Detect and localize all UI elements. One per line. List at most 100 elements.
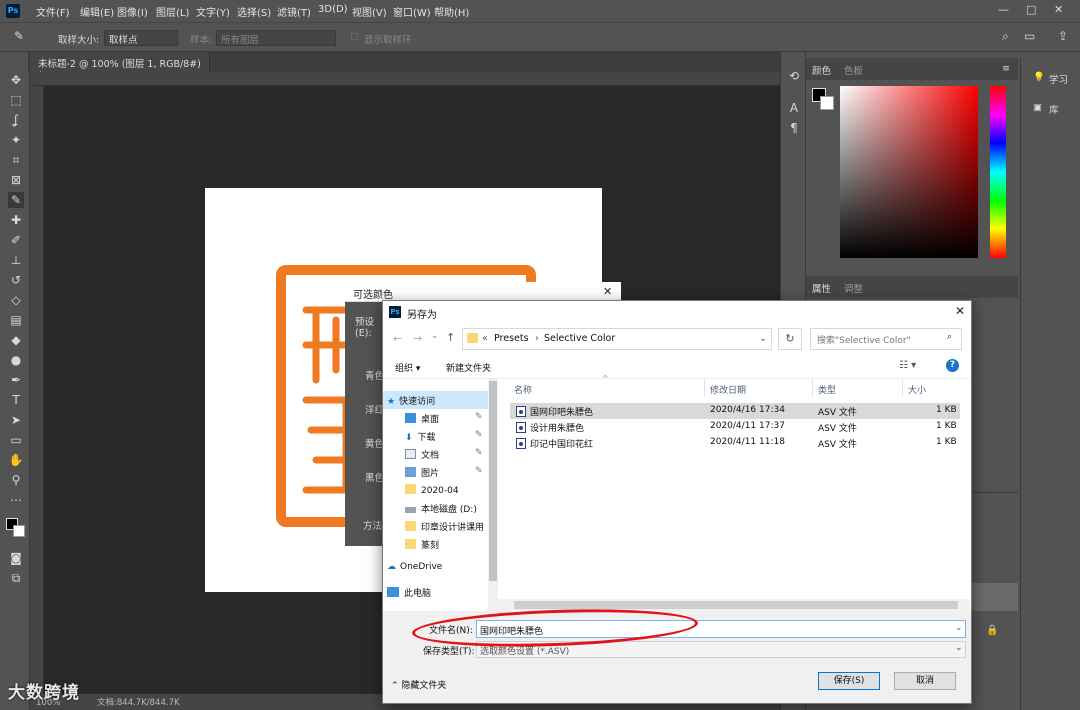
- lasso-tool-icon[interactable]: ʆ: [8, 112, 24, 128]
- column-divider[interactable]: [704, 379, 705, 397]
- nav-scrollbar-thumb[interactable]: [489, 381, 497, 581]
- nav-this-pc[interactable]: 此电脑: [383, 583, 488, 601]
- paragraph-panel-icon[interactable]: ¶: [786, 120, 802, 136]
- crop-tool-icon[interactable]: ⌗: [8, 152, 24, 168]
- breadcrumb-presets[interactable]: Presets: [494, 333, 529, 344]
- column-type[interactable]: 类型: [818, 383, 836, 396]
- menu-view[interactable]: 视图(V): [352, 4, 387, 19]
- minimize-icon[interactable]: —: [998, 3, 1009, 16]
- share-icon[interactable]: ⇪: [1058, 29, 1068, 43]
- blur-tool-icon[interactable]: ◆: [8, 332, 24, 348]
- maximize-icon[interactable]: □: [1026, 3, 1036, 16]
- address-bar[interactable]: « Presets › Selective Color ⌄: [462, 328, 772, 350]
- learn-label[interactable]: 学习: [1049, 72, 1068, 86]
- pen-tool-icon[interactable]: ✒: [8, 372, 24, 388]
- nav-folder-2020-04[interactable]: 2020-04: [383, 481, 488, 499]
- gradient-tool-icon[interactable]: ▤: [8, 312, 24, 328]
- recent-locations-icon[interactable]: ⌄: [431, 331, 439, 341]
- quick-mask-icon[interactable]: ◙: [8, 550, 24, 566]
- type-tool-icon[interactable]: T: [8, 392, 24, 408]
- library-icon[interactable]: ▣: [1033, 102, 1042, 113]
- save-button[interactable]: 保存(S): [818, 672, 880, 690]
- back-arrow-icon[interactable]: ←: [393, 332, 402, 345]
- menu-filter[interactable]: 滤镜(T): [277, 4, 311, 19]
- marquee-tool-icon[interactable]: ⬚: [8, 92, 24, 108]
- nav-documents[interactable]: 文档 ✎: [383, 445, 488, 463]
- nav-seal-carving-folder[interactable]: 篆刻: [383, 535, 488, 553]
- stamp-tool-icon[interactable]: ⊥: [8, 252, 24, 268]
- hand-tool-icon[interactable]: ✋: [8, 452, 24, 468]
- color-panel-background-swatch[interactable]: [820, 96, 834, 110]
- column-size[interactable]: 大小: [908, 383, 926, 396]
- hide-folders-toggle[interactable]: ⌃ 隐藏文件夹: [391, 678, 446, 691]
- path-selection-tool-icon[interactable]: ➤: [8, 412, 24, 428]
- frame-tool-icon[interactable]: ⊠: [8, 172, 24, 188]
- brush-tool-icon[interactable]: ✐: [8, 232, 24, 248]
- up-arrow-icon[interactable]: ↑: [446, 331, 455, 344]
- nav-seal-design-folder[interactable]: 印章设计讲课用: [383, 517, 488, 535]
- menu-3d[interactable]: 3D(D): [318, 4, 348, 15]
- nav-desktop[interactable]: 桌面 ✎: [383, 409, 488, 427]
- library-label[interactable]: 库: [1049, 102, 1059, 116]
- menu-window[interactable]: 窗口(W): [393, 4, 431, 19]
- menu-file[interactable]: 文件(F): [36, 4, 70, 19]
- layer-row[interactable]: [972, 583, 1018, 611]
- file-row[interactable]: 设计用朱膘色 2020/4/11 17:37 ASV 文件 1 KB: [510, 419, 960, 435]
- horizontal-scrollbar-thumb[interactable]: [514, 601, 958, 609]
- view-options-icon[interactable]: ☷ ▾: [899, 360, 916, 371]
- help-icon[interactable]: ?: [946, 359, 959, 372]
- nav-quick-access[interactable]: ★ 快速访问: [383, 391, 488, 409]
- menu-layer[interactable]: 图层(L): [156, 4, 189, 19]
- column-divider[interactable]: [812, 379, 813, 397]
- lock-icon[interactable]: 🔒: [986, 625, 998, 636]
- forward-arrow-icon[interactable]: →: [413, 332, 422, 345]
- address-dropdown-icon[interactable]: ⌄: [759, 333, 767, 344]
- menu-type[interactable]: 文字(Y): [196, 4, 230, 19]
- cancel-button[interactable]: 取消: [894, 672, 956, 690]
- nav-local-disk-d[interactable]: 本地磁盘 (D:): [383, 499, 488, 517]
- document-tab[interactable]: 未标题-2 @ 100% (图层 1, RGB/8#) * ✕: [30, 52, 210, 81]
- eraser-tool-icon[interactable]: ◇: [8, 292, 24, 308]
- panel-menu-icon[interactable]: ≡: [1002, 63, 1010, 74]
- background-color-swatch[interactable]: [13, 525, 25, 537]
- filename-dropdown-icon[interactable]: ⌄: [955, 623, 963, 633]
- eyedropper-tool-icon[interactable]: ✎: [8, 192, 24, 208]
- screen-mode-icon[interactable]: ⧉: [8, 570, 24, 586]
- search-icon[interactable]: ⌕: [1002, 29, 1009, 44]
- hue-slider[interactable]: [990, 86, 1006, 258]
- nav-downloads[interactable]: ⬇ 下载 ✎: [383, 427, 488, 445]
- learn-lightbulb-icon[interactable]: 💡: [1033, 72, 1045, 83]
- tab-adjustments[interactable]: 调整: [844, 281, 863, 295]
- workspace-icon[interactable]: ▭: [1024, 29, 1035, 43]
- rectangle-tool-icon[interactable]: ▭: [8, 432, 24, 448]
- color-spectrum-picker[interactable]: [840, 86, 978, 258]
- tab-properties[interactable]: 属性: [812, 281, 831, 295]
- file-row[interactable]: 印记中国印花红 2020/4/11 11:18 ASV 文件 1 KB: [510, 435, 960, 451]
- search-icon[interactable]: ⌕: [947, 332, 952, 342]
- file-row[interactable]: 国网印吧朱膘色 2020/4/16 17:34 ASV 文件 1 KB: [510, 403, 960, 419]
- selective-color-close-icon[interactable]: ✕: [603, 285, 612, 298]
- history-panel-icon[interactable]: ⟲: [786, 68, 802, 84]
- magic-wand-tool-icon[interactable]: ✦: [8, 132, 24, 148]
- tab-color[interactable]: 颜色: [812, 63, 831, 77]
- pin-icon[interactable]: ✎: [475, 448, 483, 458]
- pin-icon[interactable]: ✎: [475, 412, 483, 422]
- organize-button[interactable]: 组织 ▾: [395, 361, 420, 374]
- selective-color-titlebar[interactable]: 可选颜色 ✕: [345, 282, 621, 302]
- nav-onedrive[interactable]: ☁ OneDrive: [383, 559, 488, 577]
- sample-size-select[interactable]: 取样点: [104, 30, 178, 46]
- filetype-dropdown-icon[interactable]: ⌄: [955, 643, 963, 653]
- show-ring-checkbox[interactable]: ☐: [350, 32, 359, 43]
- breadcrumb-selective-color[interactable]: Selective Color: [544, 333, 615, 344]
- tab-swatches[interactable]: 色板: [844, 63, 863, 77]
- history-brush-tool-icon[interactable]: ↺: [8, 272, 24, 288]
- menu-help[interactable]: 帮助(H): [434, 4, 469, 19]
- menu-select[interactable]: 选择(S): [237, 4, 271, 19]
- move-tool-icon[interactable]: ✥: [8, 72, 24, 88]
- refresh-icon[interactable]: ↻: [778, 328, 802, 350]
- pin-icon[interactable]: ✎: [475, 430, 483, 440]
- menu-edit[interactable]: 编辑(E): [80, 4, 114, 19]
- column-date[interactable]: 修改日期: [710, 383, 746, 396]
- nav-pictures[interactable]: 图片 ✎: [383, 463, 488, 481]
- dodge-tool-icon[interactable]: ●: [8, 352, 24, 368]
